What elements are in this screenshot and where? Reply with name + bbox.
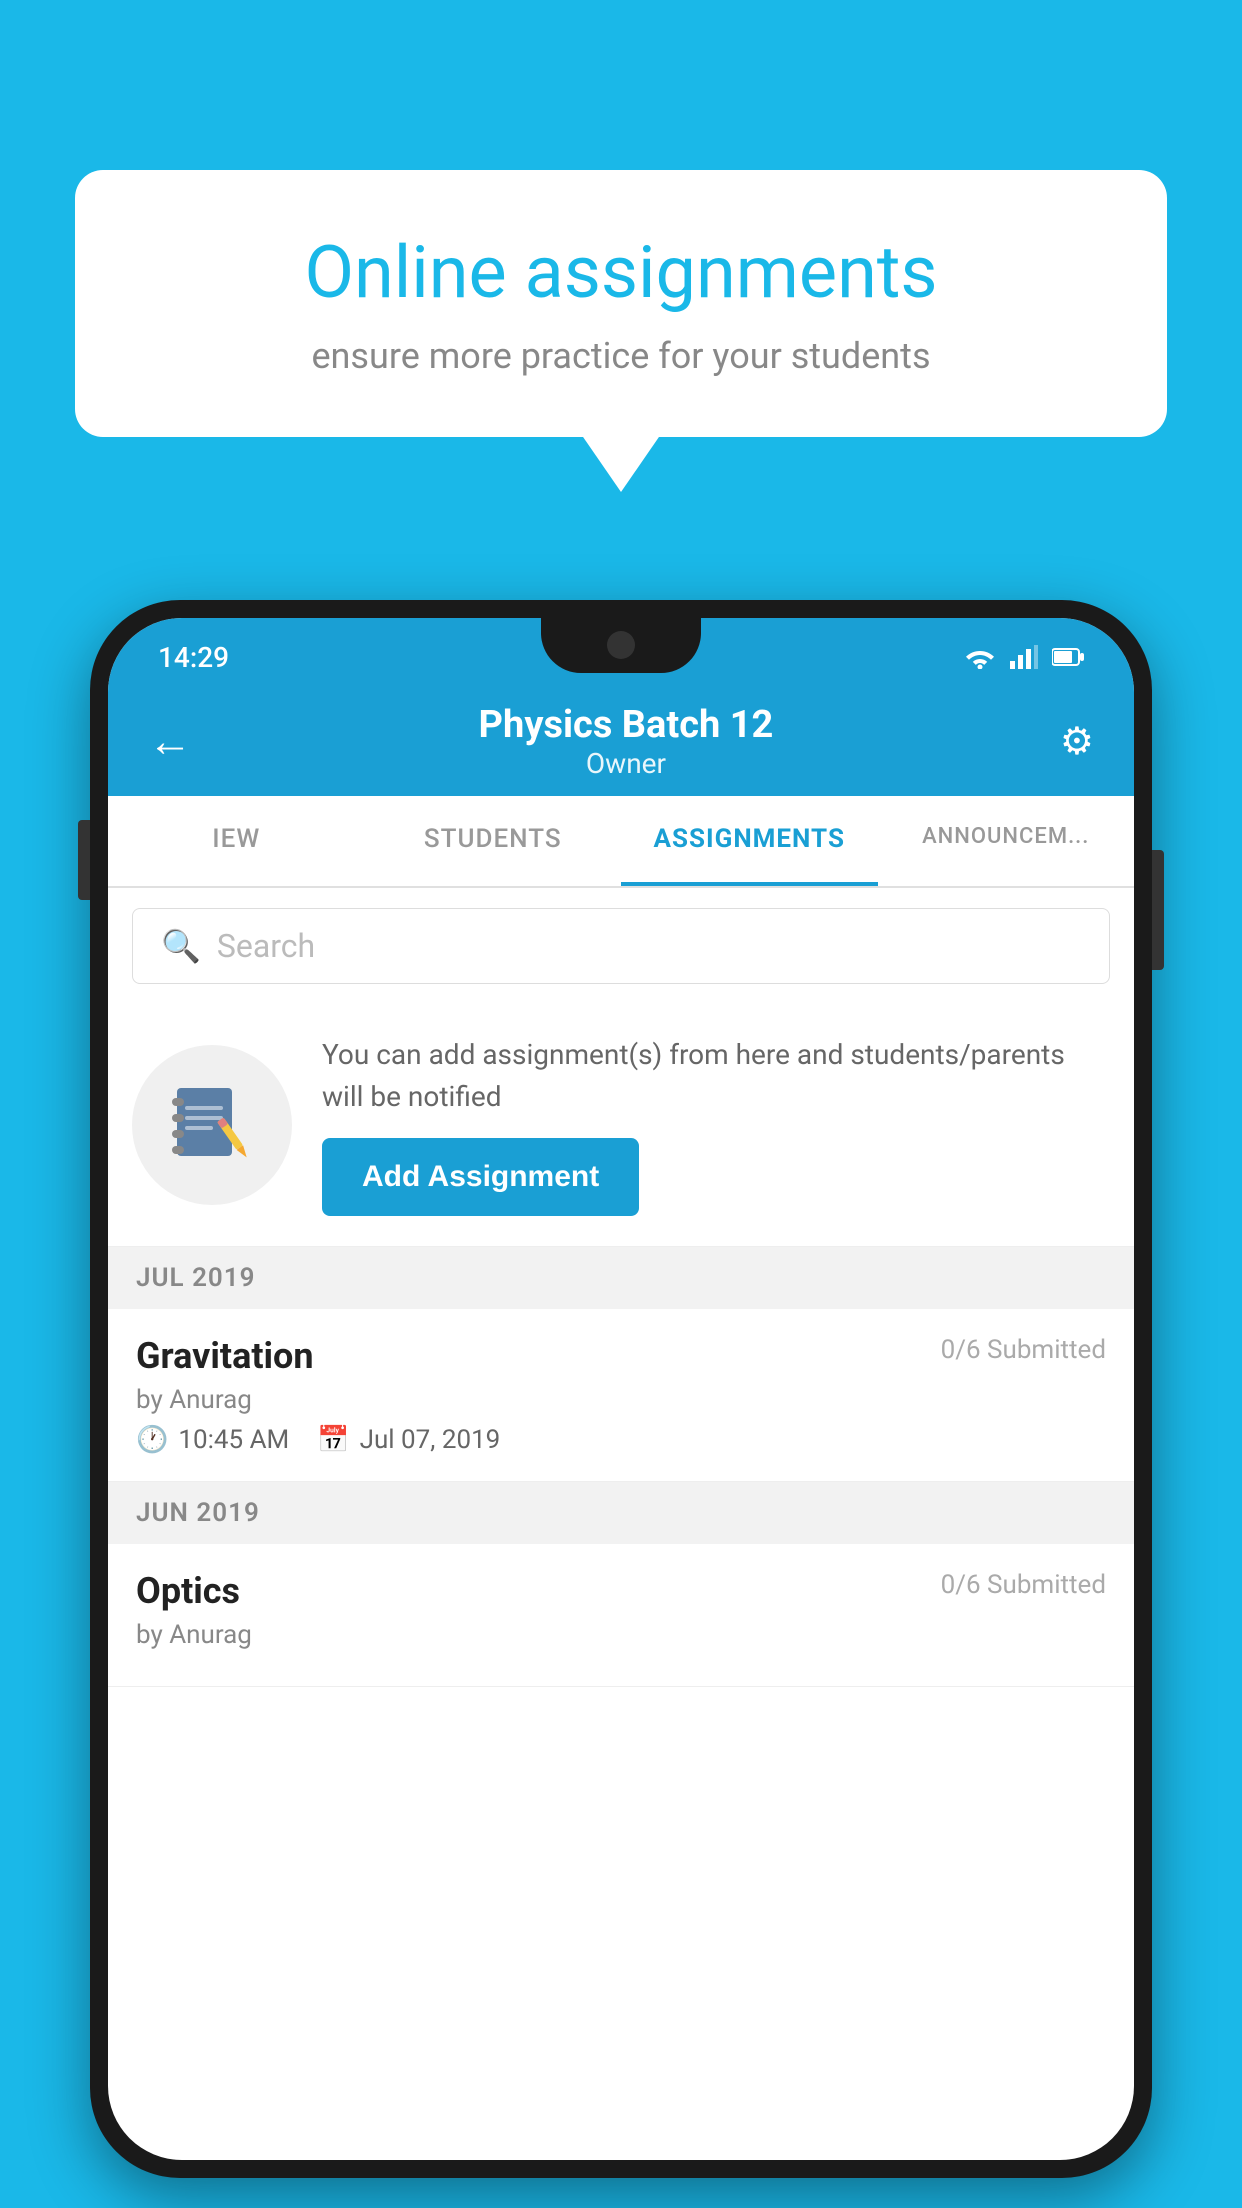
phone-notch bbox=[541, 618, 701, 673]
search-icon: 🔍 bbox=[161, 927, 201, 965]
assignment-submitted: 0/6 Submitted bbox=[941, 1335, 1106, 1365]
signal-icon bbox=[1010, 645, 1038, 669]
status-time: 14:29 bbox=[158, 641, 229, 674]
tab-announcements[interactable]: ANNOUNCEM... bbox=[878, 796, 1135, 886]
assignment-time-value: 10:45 AM bbox=[178, 1425, 289, 1455]
optics-row1: Optics 0/6 Submitted bbox=[136, 1570, 1106, 1612]
search-container: 🔍 Search bbox=[108, 888, 1134, 1004]
assignment-info-text: You can add assignment(s) from here and … bbox=[322, 1034, 1110, 1118]
phone-outer: 14:29 bbox=[90, 600, 1152, 2178]
assignment-row1: Gravitation 0/6 Submitted bbox=[136, 1335, 1106, 1377]
clock-icon: 🕐 bbox=[136, 1425, 168, 1455]
search-placeholder-text: Search bbox=[217, 927, 315, 965]
back-button[interactable]: ← bbox=[148, 715, 192, 767]
wifi-icon bbox=[964, 645, 996, 669]
tab-students[interactable]: STUDENTS bbox=[365, 796, 622, 886]
optics-by: by Anurag bbox=[136, 1620, 1106, 1650]
tab-overview[interactable]: IEW bbox=[108, 796, 365, 886]
volume-button bbox=[78, 820, 90, 900]
search-bar[interactable]: 🔍 Search bbox=[132, 908, 1110, 984]
speech-bubble-title: Online assignments bbox=[145, 230, 1097, 315]
month-header-jun: JUN 2019 bbox=[108, 1482, 1134, 1544]
phone-container: 14:29 bbox=[90, 600, 1152, 2178]
assignment-time: 🕐 10:45 AM bbox=[136, 1425, 289, 1455]
power-button bbox=[1152, 850, 1164, 970]
header-title: Physics Batch 12 bbox=[479, 703, 774, 747]
optics-name: Optics bbox=[136, 1570, 240, 1612]
speech-bubble: Online assignments ensure more practice … bbox=[75, 170, 1167, 437]
month-header-jul: JUL 2019 bbox=[108, 1247, 1134, 1309]
assignment-by: by Anurag bbox=[136, 1385, 1106, 1415]
assignment-name: Gravitation bbox=[136, 1335, 314, 1377]
optics-submitted: 0/6 Submitted bbox=[941, 1570, 1106, 1600]
header-center: Physics Batch 12 Owner bbox=[479, 703, 774, 780]
front-camera bbox=[607, 631, 635, 659]
calendar-icon: 📅 bbox=[317, 1425, 349, 1455]
assignment-item-optics[interactable]: Optics 0/6 Submitted by Anurag bbox=[108, 1544, 1134, 1687]
tabs-bar: IEW STUDENTS ASSIGNMENTS ANNOUNCEM... bbox=[108, 796, 1134, 888]
app-header: ← Physics Batch 12 Owner ⚙ bbox=[108, 686, 1134, 796]
add-assignment-section: You can add assignment(s) from here and … bbox=[108, 1004, 1134, 1247]
assignment-item-gravitation[interactable]: Gravitation 0/6 Submitted by Anurag 🕐 10… bbox=[108, 1309, 1134, 1482]
tab-assignments[interactable]: ASSIGNMENTS bbox=[621, 796, 878, 886]
notebook-icon bbox=[167, 1080, 257, 1170]
notebook-icon-circle bbox=[132, 1045, 292, 1205]
assignment-meta: 🕐 10:45 AM 📅 Jul 07, 2019 bbox=[136, 1425, 1106, 1455]
assignment-info: You can add assignment(s) from here and … bbox=[322, 1034, 1110, 1216]
status-icons bbox=[964, 645, 1084, 669]
assignment-date-value: Jul 07, 2019 bbox=[360, 1425, 501, 1455]
battery-icon bbox=[1052, 647, 1084, 667]
phone-screen: 14:29 bbox=[108, 618, 1134, 2160]
speech-bubble-subtitle: ensure more practice for your students bbox=[145, 335, 1097, 377]
assignment-date: 📅 Jul 07, 2019 bbox=[317, 1425, 500, 1455]
settings-icon[interactable]: ⚙ bbox=[1060, 719, 1094, 764]
add-assignment-button[interactable]: Add Assignment bbox=[322, 1138, 639, 1216]
header-subtitle: Owner bbox=[479, 747, 774, 780]
